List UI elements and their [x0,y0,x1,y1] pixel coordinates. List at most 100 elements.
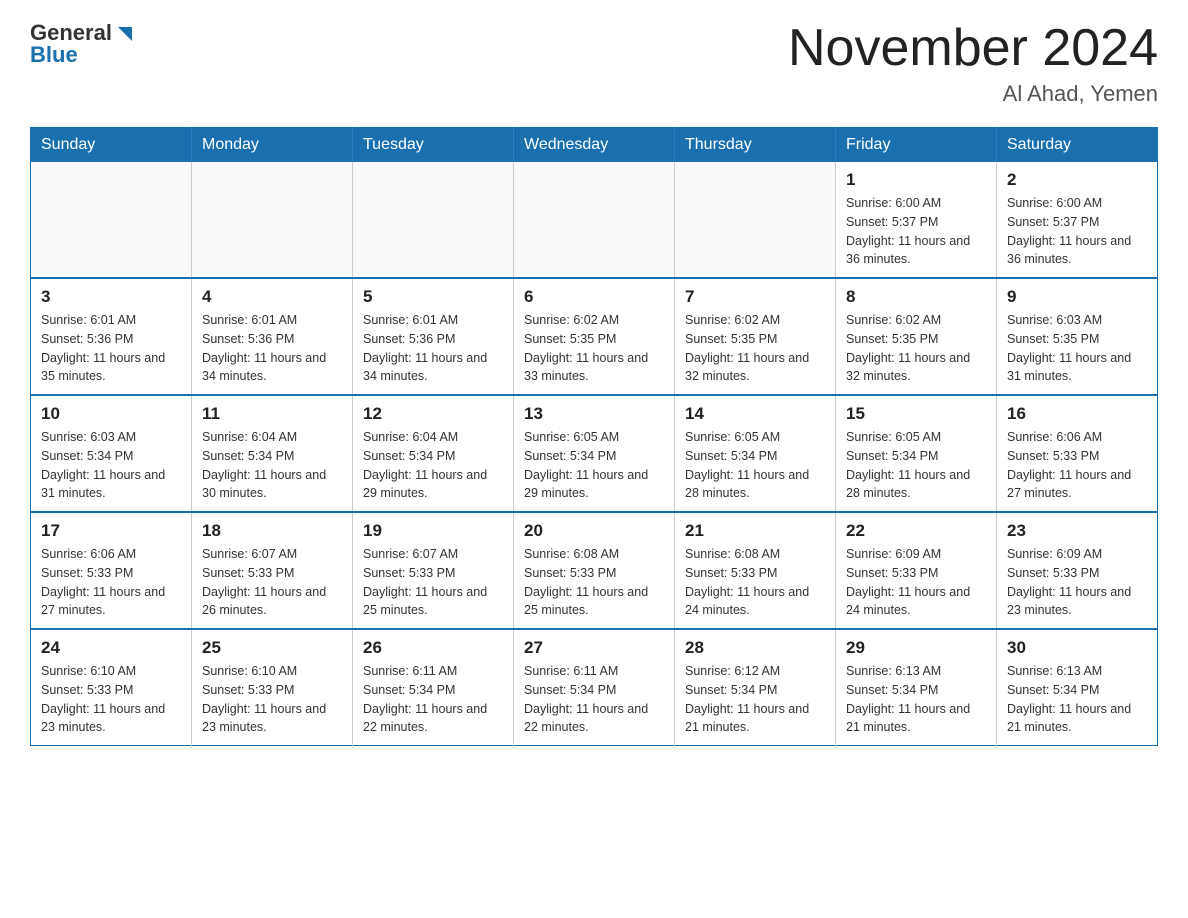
day-info: Sunrise: 6:08 AMSunset: 5:33 PMDaylight:… [685,545,825,620]
day-number: 11 [202,404,342,424]
day-info: Sunrise: 6:04 AMSunset: 5:34 PMDaylight:… [363,428,503,503]
calendar-cell: 3 Sunrise: 6:01 AMSunset: 5:36 PMDaylight… [31,278,192,395]
calendar-cell: 11 Sunrise: 6:04 AMSunset: 5:34 PMDayligh… [192,395,353,512]
day-info: Sunrise: 6:10 AMSunset: 5:33 PMDaylight:… [202,662,342,737]
day-number: 30 [1007,638,1147,658]
day-info: Sunrise: 6:05 AMSunset: 5:34 PMDaylight:… [846,428,986,503]
calendar-cell: 6Sunrise: 6:02 AMSunset: 5:35 PMDaylight… [514,278,675,395]
calendar-cell: 9 Sunrise: 6:03 AMSunset: 5:35 PMDaylight… [997,278,1158,395]
day-number: 2 [1007,170,1147,190]
calendar-cell: 10 Sunrise: 6:03 AMSunset: 5:34 PMDayligh… [31,395,192,512]
calendar-body: 1 Sunrise: 6:00 AMSunset: 5:37 PMDaylight… [31,162,1158,746]
calendar-cell [675,162,836,278]
calendar-cell: 17Sunrise: 6:06 AMSunset: 5:33 PMDayligh… [31,512,192,629]
calendar-week-1: 1 Sunrise: 6:00 AMSunset: 5:37 PMDaylight… [31,162,1158,278]
day-number: 25 [202,638,342,658]
day-number: 4 [202,287,342,307]
calendar-cell: 23 Sunrise: 6:09 AMSunset: 5:33 PMDayligh… [997,512,1158,629]
day-number: 7 [685,287,825,307]
day-info: Sunrise: 6:02 AMSunset: 5:35 PMDaylight:… [685,311,825,386]
day-info: Sunrise: 6:08 AMSunset: 5:33 PMDaylight:… [524,545,664,620]
calendar-cell [353,162,514,278]
calendar-cell: 27Sunrise: 6:11 AMSunset: 5:34 PMDayligh… [514,629,675,746]
day-number: 14 [685,404,825,424]
day-info: Sunrise: 6:09 AMSunset: 5:33 PMDaylight:… [846,545,986,620]
calendar-cell: 25 Sunrise: 6:10 AMSunset: 5:33 PMDayligh… [192,629,353,746]
day-of-week-wednesday: Wednesday [514,128,675,163]
calendar-cell: 30 Sunrise: 6:13 AMSunset: 5:34 PMDayligh… [997,629,1158,746]
day-number: 20 [524,521,664,541]
day-info: Sunrise: 6:04 AMSunset: 5:34 PMDaylight:… [202,428,342,503]
calendar-cell [514,162,675,278]
day-of-week-thursday: Thursday [675,128,836,163]
day-number: 29 [846,638,986,658]
day-number: 28 [685,638,825,658]
page-header: General Blue November 2024 Al Ahad, Yeme… [30,20,1158,107]
day-number: 24 [41,638,181,658]
day-number: 17 [41,521,181,541]
calendar-cell: 24 Sunrise: 6:10 AMSunset: 5:33 PMDayligh… [31,629,192,746]
day-of-week-sunday: Sunday [31,128,192,163]
calendar-cell: 21Sunrise: 6:08 AMSunset: 5:33 PMDayligh… [675,512,836,629]
day-number: 26 [363,638,503,658]
day-info: Sunrise: 6:02 AMSunset: 5:35 PMDaylight:… [846,311,986,386]
day-info: Sunrise: 6:01 AMSunset: 5:36 PMDaylight:… [41,311,181,386]
calendar-cell: 14 Sunrise: 6:05 AMSunset: 5:34 PMDayligh… [675,395,836,512]
day-info: Sunrise: 6:01 AMSunset: 5:36 PMDaylight:… [202,311,342,386]
calendar-cell: 29 Sunrise: 6:13 AMSunset: 5:34 PMDayligh… [836,629,997,746]
calendar-cell: 20 Sunrise: 6:08 AMSunset: 5:33 PMDayligh… [514,512,675,629]
day-of-week-saturday: Saturday [997,128,1158,163]
days-of-week-row: SundayMondayTuesdayWednesdayThursdayFrid… [31,128,1158,163]
day-number: 23 [1007,521,1147,541]
calendar-week-4: 17Sunrise: 6:06 AMSunset: 5:33 PMDayligh… [31,512,1158,629]
day-number: 8 [846,287,986,307]
day-info: Sunrise: 6:12 AMSunset: 5:34 PMDaylight:… [685,662,825,737]
calendar-header: SundayMondayTuesdayWednesdayThursdayFrid… [31,128,1158,163]
day-info: Sunrise: 6:06 AMSunset: 5:33 PMDaylight:… [1007,428,1147,503]
day-info: Sunrise: 6:11 AMSunset: 5:34 PMDaylight:… [363,662,503,737]
calendar-week-2: 3 Sunrise: 6:01 AMSunset: 5:36 PMDaylight… [31,278,1158,395]
calendar-cell: 19Sunrise: 6:07 AMSunset: 5:33 PMDayligh… [353,512,514,629]
calendar-cell: 26 Sunrise: 6:11 AMSunset: 5:34 PMDayligh… [353,629,514,746]
day-number: 12 [363,404,503,424]
calendar-cell: 1 Sunrise: 6:00 AMSunset: 5:37 PMDaylight… [836,162,997,278]
day-number: 18 [202,521,342,541]
month-title: November 2024 [788,20,1158,77]
calendar-week-5: 24 Sunrise: 6:10 AMSunset: 5:33 PMDayligh… [31,629,1158,746]
calendar-cell: 22Sunrise: 6:09 AMSunset: 5:33 PMDayligh… [836,512,997,629]
calendar-cell: 13Sunrise: 6:05 AMSunset: 5:34 PMDayligh… [514,395,675,512]
day-info: Sunrise: 6:10 AMSunset: 5:33 PMDaylight:… [41,662,181,737]
calendar-cell: 5 Sunrise: 6:01 AMSunset: 5:36 PMDaylight… [353,278,514,395]
logo: General Blue [30,20,136,68]
day-number: 15 [846,404,986,424]
day-info: Sunrise: 6:02 AMSunset: 5:35 PMDaylight:… [524,311,664,386]
day-number: 3 [41,287,181,307]
day-info: Sunrise: 6:13 AMSunset: 5:34 PMDaylight:… [846,662,986,737]
day-number: 10 [41,404,181,424]
calendar-cell: 8 Sunrise: 6:02 AMSunset: 5:35 PMDaylight… [836,278,997,395]
calendar-cell [31,162,192,278]
day-info: Sunrise: 6:09 AMSunset: 5:33 PMDaylight:… [1007,545,1147,620]
day-number: 9 [1007,287,1147,307]
calendar-cell: 28 Sunrise: 6:12 AMSunset: 5:34 PMDayligh… [675,629,836,746]
calendar-cell: 2 Sunrise: 6:00 AMSunset: 5:37 PMDaylight… [997,162,1158,278]
day-info: Sunrise: 6:00 AMSunset: 5:37 PMDaylight:… [846,194,986,269]
day-number: 5 [363,287,503,307]
day-info: Sunrise: 6:07 AMSunset: 5:33 PMDaylight:… [202,545,342,620]
day-info: Sunrise: 6:00 AMSunset: 5:37 PMDaylight:… [1007,194,1147,269]
day-info: Sunrise: 6:03 AMSunset: 5:35 PMDaylight:… [1007,311,1147,386]
day-info: Sunrise: 6:01 AMSunset: 5:36 PMDaylight:… [363,311,503,386]
calendar-week-3: 10 Sunrise: 6:03 AMSunset: 5:34 PMDayligh… [31,395,1158,512]
calendar-table: SundayMondayTuesdayWednesdayThursdayFrid… [30,127,1158,746]
day-info: Sunrise: 6:03 AMSunset: 5:34 PMDaylight:… [41,428,181,503]
day-of-week-friday: Friday [836,128,997,163]
calendar-cell: 4 Sunrise: 6:01 AMSunset: 5:36 PMDaylight… [192,278,353,395]
day-number: 1 [846,170,986,190]
day-info: Sunrise: 6:05 AMSunset: 5:34 PMDaylight:… [685,428,825,503]
day-info: Sunrise: 6:07 AMSunset: 5:33 PMDaylight:… [363,545,503,620]
day-number: 27 [524,638,664,658]
day-info: Sunrise: 6:13 AMSunset: 5:34 PMDaylight:… [1007,662,1147,737]
calendar-cell [192,162,353,278]
calendar-cell: 18 Sunrise: 6:07 AMSunset: 5:33 PMDayligh… [192,512,353,629]
calendar-cell: 15 Sunrise: 6:05 AMSunset: 5:34 PMDayligh… [836,395,997,512]
